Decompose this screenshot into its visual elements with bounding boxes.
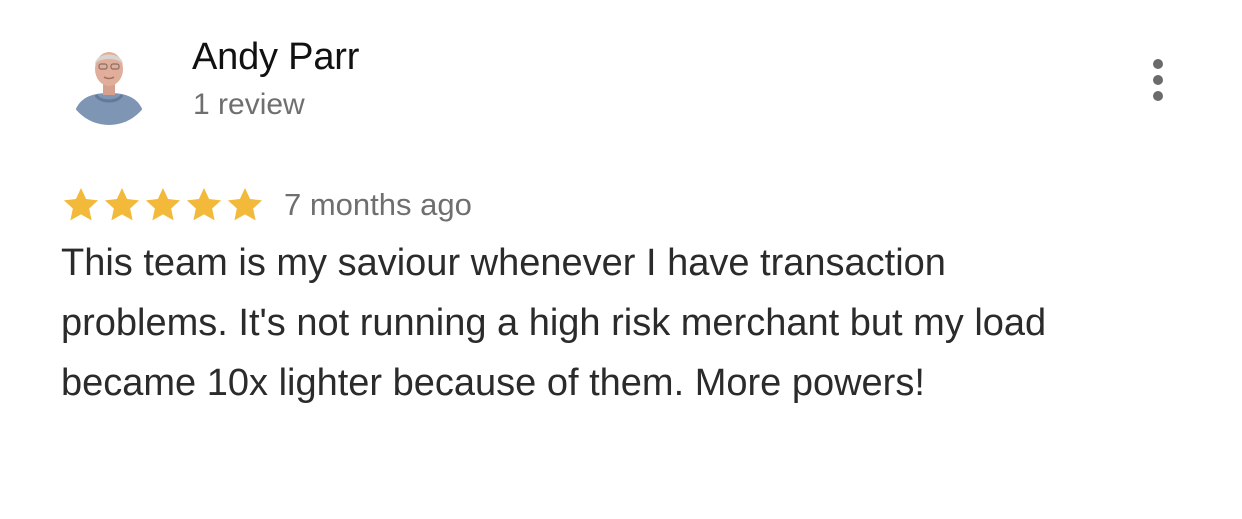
star-icon (184, 185, 224, 225)
star-icon (61, 185, 101, 225)
avatar-photo-icon (66, 39, 152, 125)
star-icon (102, 185, 142, 225)
star-icon (143, 185, 183, 225)
author-name[interactable]: Andy Parr (192, 34, 359, 80)
reviewer-avatar[interactable] (66, 39, 152, 125)
star-rating (61, 185, 266, 225)
review-timestamp: 7 months ago (284, 187, 472, 222)
more-options-button[interactable] (1142, 56, 1174, 104)
review-count[interactable]: 1 review (193, 86, 305, 124)
review-card: Andy Parr 1 review 7 months ago This tea… (0, 0, 1242, 519)
more-vert-icon-dot-1 (1153, 59, 1163, 69)
rating-row: 7 months ago (61, 183, 472, 227)
star-icon (225, 185, 265, 225)
more-vert-icon-dot-2 (1153, 75, 1163, 85)
review-text: This team is my saviour whenever I have … (61, 242, 1047, 404)
more-vert-icon-dot-3 (1153, 91, 1163, 101)
